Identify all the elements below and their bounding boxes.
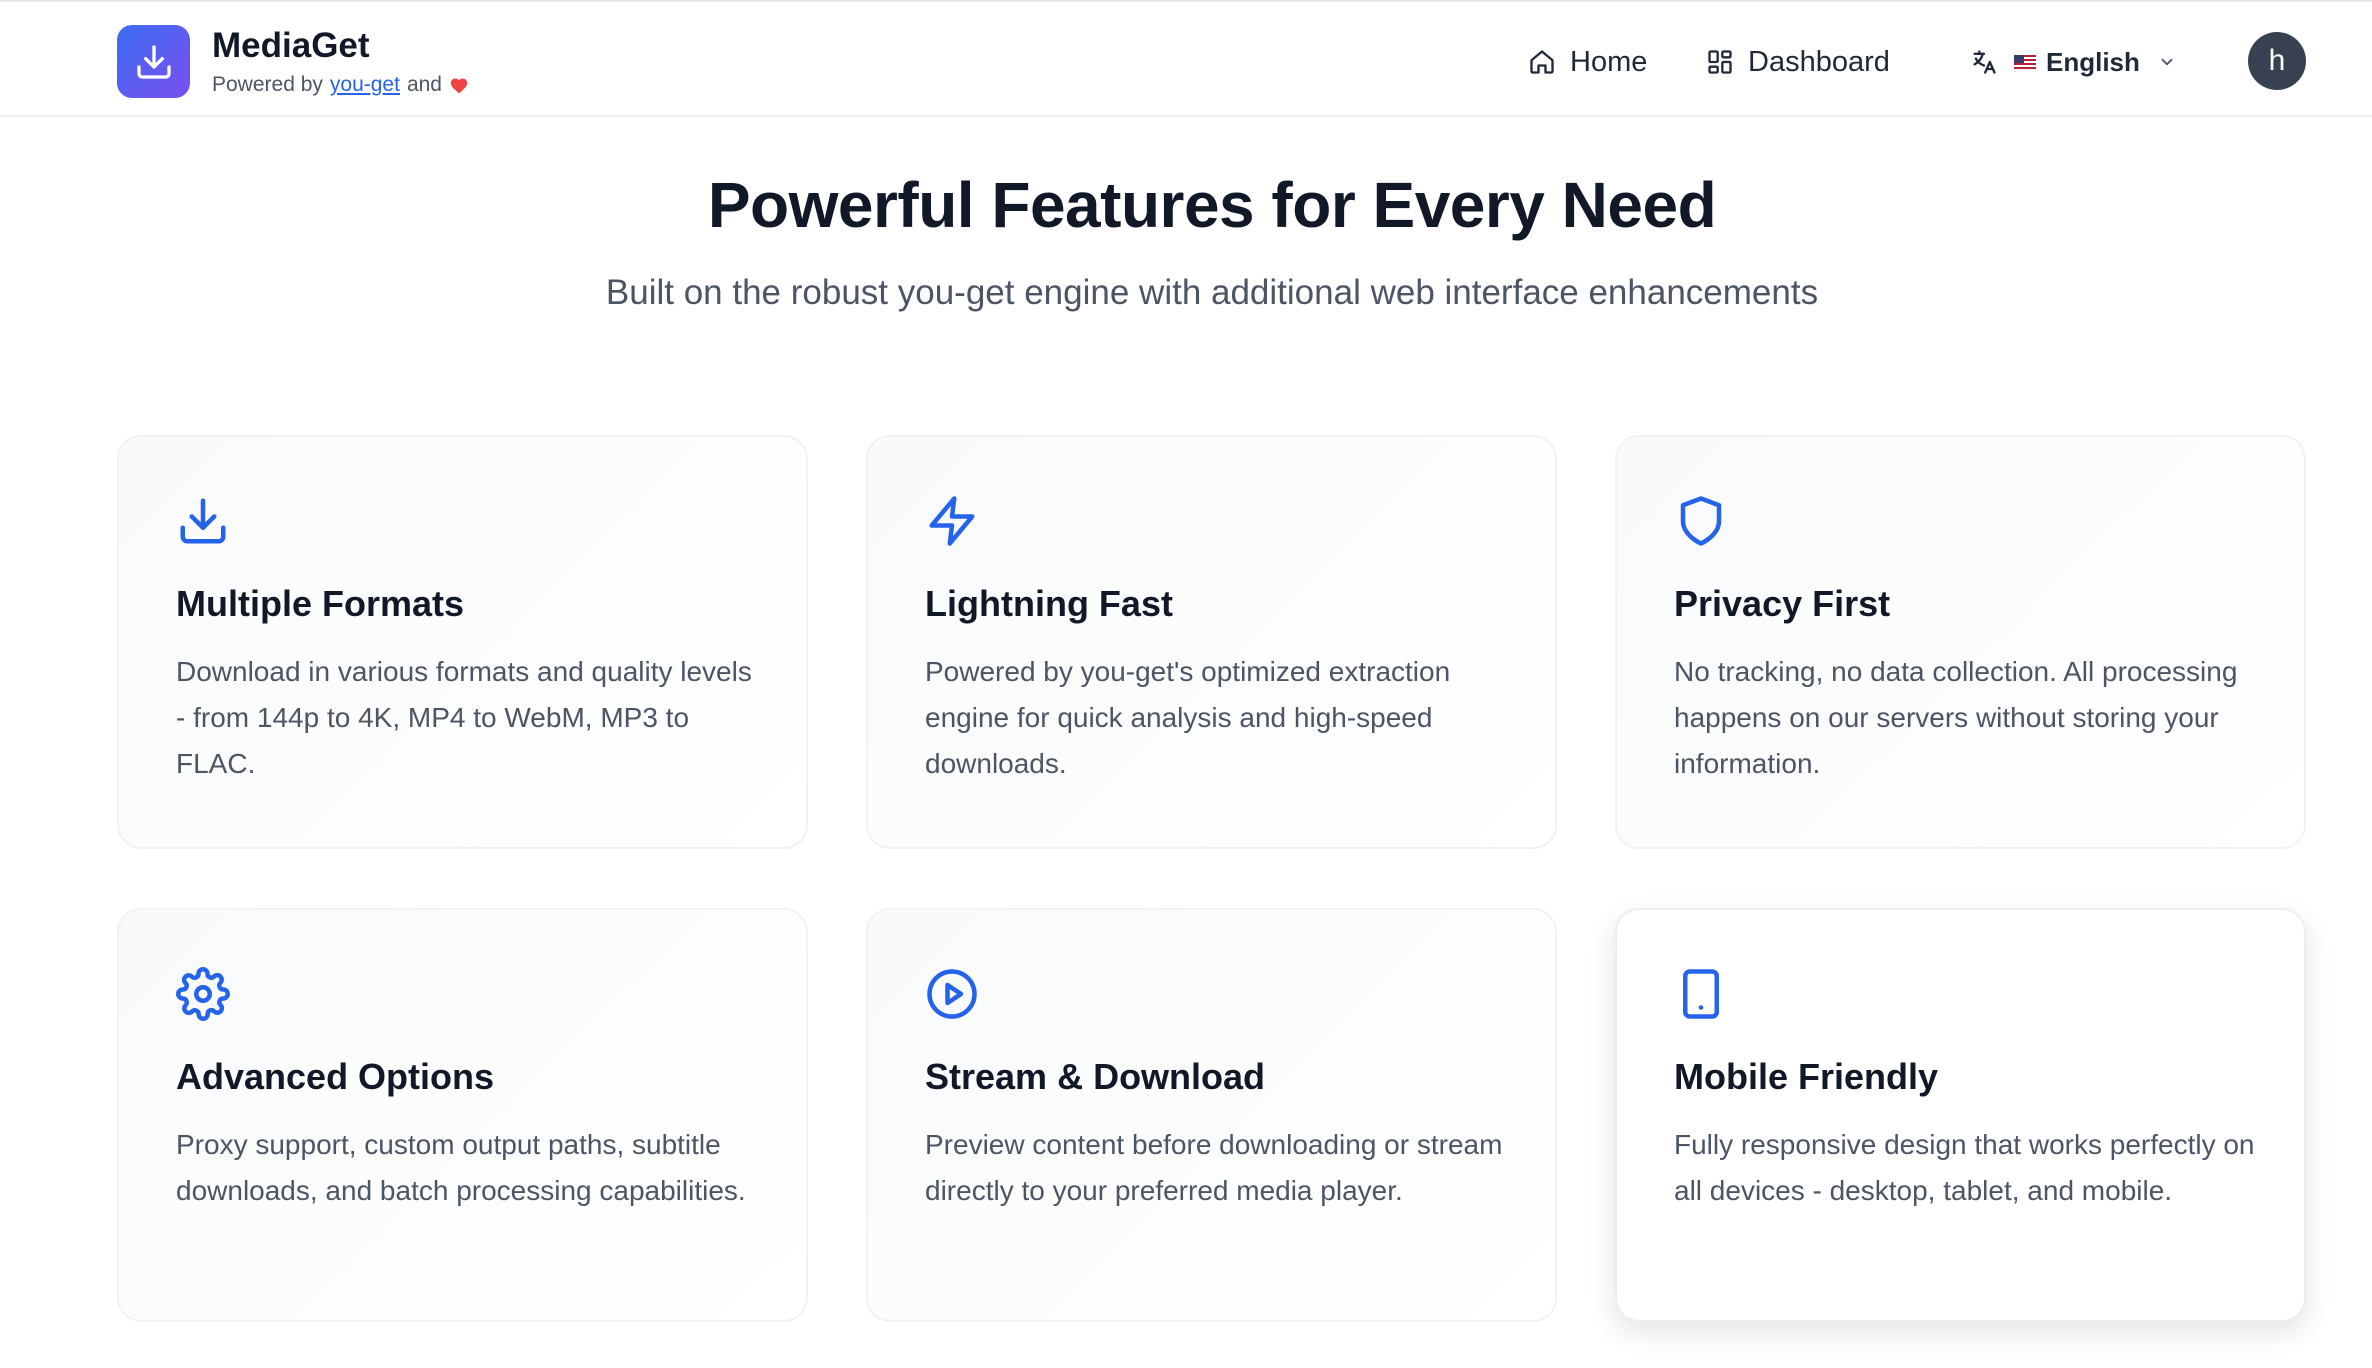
chevron-down-icon — [2158, 53, 2176, 71]
feature-card-lightning-fast: Lightning Fast Powered by you-get's opti… — [866, 435, 1557, 849]
feature-title: Advanced Options — [176, 1056, 495, 1097]
feature-description: Download in various formats and quality … — [176, 656, 752, 779]
nav-home-link[interactable]: Home — [1528, 40, 1647, 84]
brand-logo[interactable] — [117, 25, 190, 98]
us-flag-icon — [2014, 54, 2036, 70]
user-avatar[interactable]: h — [2248, 32, 2306, 90]
page-title: Powerful Features for Every Need — [707, 169, 1717, 241]
feature-description: Powered by you-get's optimized extractio… — [925, 656, 1451, 779]
heart-icon — [449, 76, 469, 94]
feature-title: Lightning Fast — [925, 583, 1173, 624]
lightning-icon — [924, 493, 980, 549]
shield-icon — [1673, 493, 1729, 549]
nav-home-label: Home — [1570, 45, 1648, 78]
feature-card-stream-download: Stream & Download Preview content before… — [866, 908, 1557, 1322]
feature-card-advanced-options: Advanced Options Proxy support, custom o… — [117, 908, 808, 1322]
download-icon — [136, 44, 171, 79]
feature-description: Preview content before downloading or st… — [925, 1129, 1503, 1206]
you-get-link[interactable]: you-get — [330, 73, 400, 97]
mobile-icon — [1673, 966, 1729, 1022]
nav-dashboard-label: Dashboard — [1748, 45, 1890, 78]
language-selector[interactable]: English — [1970, 42, 2176, 82]
powered-by-label: Powered by — [212, 73, 323, 96]
feature-card-privacy-first: Privacy First No tracking, no data colle… — [1615, 435, 2306, 849]
brand-name: MediaGet — [212, 26, 370, 65]
feature-title: Stream & Download — [925, 1056, 1266, 1097]
feature-description: Fully responsive design that works perfe… — [1674, 1129, 2255, 1206]
feature-card-multiple-formats: Multiple Formats Download in various for… — [117, 435, 808, 849]
download-icon — [175, 493, 231, 549]
dashboard-icon — [1708, 50, 1732, 74]
language-label: English — [2046, 46, 2140, 77]
feature-card-mobile-friendly: Mobile Friendly Fully responsive design … — [1615, 908, 2306, 1322]
and-label: and — [406, 73, 442, 96]
feature-description: Proxy support, custom output paths, subt… — [176, 1129, 746, 1206]
feature-title: Privacy First — [1674, 583, 1891, 624]
play-circle-icon — [924, 966, 980, 1022]
top-header: MediaGet Powered by you-get and Home Das… — [0, 0, 2372, 117]
nav-dashboard-link[interactable]: Dashboard — [1706, 40, 1890, 84]
translate-icon — [1973, 50, 1996, 74]
feature-title: Multiple Formats — [176, 583, 465, 624]
page-subtitle: Built on the robust you-get engine with … — [605, 273, 1819, 312]
feature-description: No tracking, no data collection. All pro… — [1674, 656, 2238, 779]
brand-tagline: Powered by you-get and — [212, 73, 469, 97]
home-icon — [1530, 50, 1554, 74]
gear-icon — [175, 966, 231, 1022]
feature-title: Mobile Friendly — [1674, 1056, 1939, 1097]
